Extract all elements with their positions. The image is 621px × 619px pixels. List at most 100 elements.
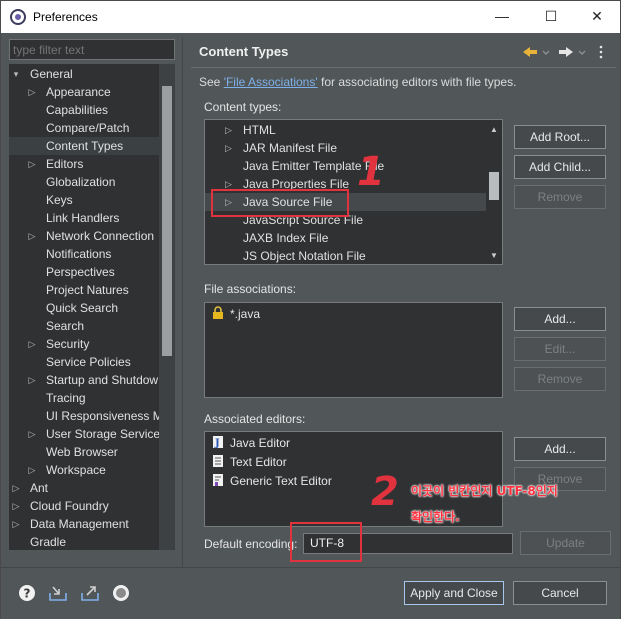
scroll-up-arrow-icon[interactable]: ▲ <box>486 122 502 138</box>
tree-item[interactable]: ▷ Editors <box>9 155 159 173</box>
tree-item[interactable]: Globalization <box>9 173 159 191</box>
title-bar: Preferences — ☐ ✕ <box>1 1 620 33</box>
expand-arrow-icon[interactable]: ▷ <box>11 497 21 515</box>
content-type-item[interactable]: JAXB Index File <box>205 229 486 247</box>
content-type-item[interactable]: Java Emitter Template File <box>205 157 486 175</box>
expand-arrow-icon[interactable]: ▷ <box>27 83 37 101</box>
expand-arrow-icon[interactable]: ▷ <box>27 371 37 389</box>
list-item[interactable]: J Java Editor <box>211 434 290 452</box>
apply-and-close-button[interactable]: Apply and Close <box>404 581 504 605</box>
view-menu-icon[interactable] <box>598 45 604 59</box>
tree-item[interactable]: ▷ Security <box>9 335 159 353</box>
tree-item[interactable]: Web Browser <box>9 443 159 461</box>
lock-icon <box>213 306 223 319</box>
content-types-scrollbar[interactable]: ▲ ▼ <box>486 120 502 264</box>
tree-item[interactable]: Link Handlers <box>9 209 159 227</box>
file-associations-link[interactable]: 'File Associations' <box>224 75 318 89</box>
list-item[interactable]: *.java <box>211 305 260 323</box>
remove-file-association-button[interactable]: Remove <box>514 367 606 391</box>
maximize-button[interactable]: ☐ <box>528 1 574 33</box>
tree-item-label: Network Connection <box>46 229 155 243</box>
preference-tree: ▾ General ▷ Appearance Capabilities Compare/P… <box>9 64 175 550</box>
content-type-label: JS Object Notation File <box>243 249 366 263</box>
tree-item-label: Search <box>46 319 85 333</box>
record-icon[interactable] <box>111 583 131 603</box>
expand-arrow-icon[interactable]: ▷ <box>27 425 37 443</box>
content-type-item[interactable]: JS Object Notation File <box>205 247 486 264</box>
tree-item-label: Startup and Shutdow <box>46 373 159 387</box>
tree-item-label: Ant <box>30 481 49 495</box>
tree-item[interactable]: ▾ General <box>9 65 159 83</box>
tree-item[interactable]: Notifications <box>9 245 159 263</box>
content-types-scroll-thumb[interactable] <box>489 172 499 200</box>
tree-item[interactable]: Keys <box>9 191 159 209</box>
tree-item[interactable]: ▷ Startup and Shutdow <box>9 371 159 389</box>
tree-item[interactable]: ▷ Cloud Foundry <box>9 497 159 515</box>
sash-divider[interactable] <box>182 37 183 567</box>
add-editor-button[interactable]: Add... <box>514 437 606 461</box>
add-root-button[interactable]: Add Root... <box>514 125 606 149</box>
page-header: Content Types <box>191 37 616 67</box>
filter-input[interactable] <box>9 39 175 60</box>
tree-item[interactable]: Capabilities <box>9 101 159 119</box>
page-title: Content Types <box>199 44 289 59</box>
list-item[interactable]: Generic Text Editor <box>211 472 332 490</box>
tree-item[interactable]: ▷ Appearance <box>9 83 159 101</box>
expand-arrow-icon[interactable]: ▷ <box>27 335 37 353</box>
help-icon[interactable]: ? <box>17 583 37 603</box>
add-file-association-button[interactable]: Add... <box>514 307 606 331</box>
collapse-arrow-icon[interactable]: ▾ <box>11 65 21 83</box>
remove-content-type-button[interactable]: Remove <box>514 185 606 209</box>
edit-file-association-button[interactable]: Edit... <box>514 337 606 361</box>
minimize-button[interactable]: — <box>479 1 525 33</box>
tree-item-label: Appearance <box>46 85 111 99</box>
tree-item[interactable]: ▷ Data Management <box>9 515 159 533</box>
tree-item[interactable]: Perspectives <box>9 263 159 281</box>
tree-item[interactable]: Tracing <box>9 389 159 407</box>
tree-item-label: Quick Search <box>46 301 119 315</box>
tree-item[interactable]: Compare/Patch <box>9 119 159 137</box>
expand-arrow-icon[interactable]: ▷ <box>11 515 21 533</box>
cancel-button[interactable]: Cancel <box>513 581 607 605</box>
highlight-java-source-file <box>211 189 349 217</box>
tree-item[interactable]: ▷ Network Connection <box>9 227 159 245</box>
update-button[interactable]: Update <box>520 531 611 555</box>
content-type-label: JAR Manifest File <box>243 141 338 155</box>
scroll-down-arrow-icon[interactable]: ▼ <box>486 248 502 264</box>
tree-item[interactable]: ▷ Workspace <box>9 461 159 479</box>
expand-arrow-icon[interactable]: ▷ <box>225 139 232 157</box>
tree-item-label: Editors <box>46 157 84 171</box>
expand-arrow-icon[interactable]: ▷ <box>27 461 37 479</box>
tree-item[interactable]: UI Responsiveness M <box>9 407 163 425</box>
expand-arrow-icon[interactable]: ▷ <box>27 155 37 173</box>
back-arrow-icon[interactable] <box>521 45 551 59</box>
list-item[interactable]: Text Editor <box>211 453 287 471</box>
tree-scroll-thumb[interactable] <box>162 86 172 356</box>
expand-arrow-icon[interactable]: ▷ <box>11 479 21 497</box>
content-type-label: JAXB Index File <box>243 231 329 245</box>
tree-item[interactable]: Gradle <box>9 533 159 550</box>
close-button[interactable]: ✕ <box>574 1 620 33</box>
editor-label: Java Editor <box>230 436 291 450</box>
tree-item-label: Security <box>46 337 90 351</box>
import-icon[interactable] <box>48 583 68 603</box>
tree-item[interactable]: Project Natures <box>9 281 159 299</box>
tree-scrollbar[interactable] <box>159 64 175 550</box>
tree-item[interactable]: Service Policies <box>9 353 159 371</box>
expand-arrow-icon[interactable]: ▷ <box>27 227 37 245</box>
content-type-item[interactable]: ▷ JAR Manifest File <box>205 139 486 157</box>
export-icon[interactable] <box>80 583 100 603</box>
default-encoding-label: Default encoding: <box>204 537 298 551</box>
expand-arrow-icon[interactable]: ▷ <box>225 121 232 139</box>
tree-item[interactable]: ▷ Ant <box>9 479 159 497</box>
add-child-button[interactable]: Add Child... <box>514 155 606 179</box>
content-type-item[interactable]: ▷ HTML <box>205 121 486 139</box>
tree-item[interactable]: Quick Search <box>9 299 159 317</box>
forward-arrow-icon[interactable] <box>557 45 587 59</box>
tree-item-label: Data Management <box>30 517 129 531</box>
generic-text-editor-icon <box>213 474 223 486</box>
tree-item[interactable]: Content Types <box>9 137 159 155</box>
tree-item[interactable]: ▷ User Storage Service <box>9 425 161 443</box>
tree-item-label: Link Handlers <box>46 211 120 225</box>
tree-item[interactable]: Search <box>9 317 159 335</box>
